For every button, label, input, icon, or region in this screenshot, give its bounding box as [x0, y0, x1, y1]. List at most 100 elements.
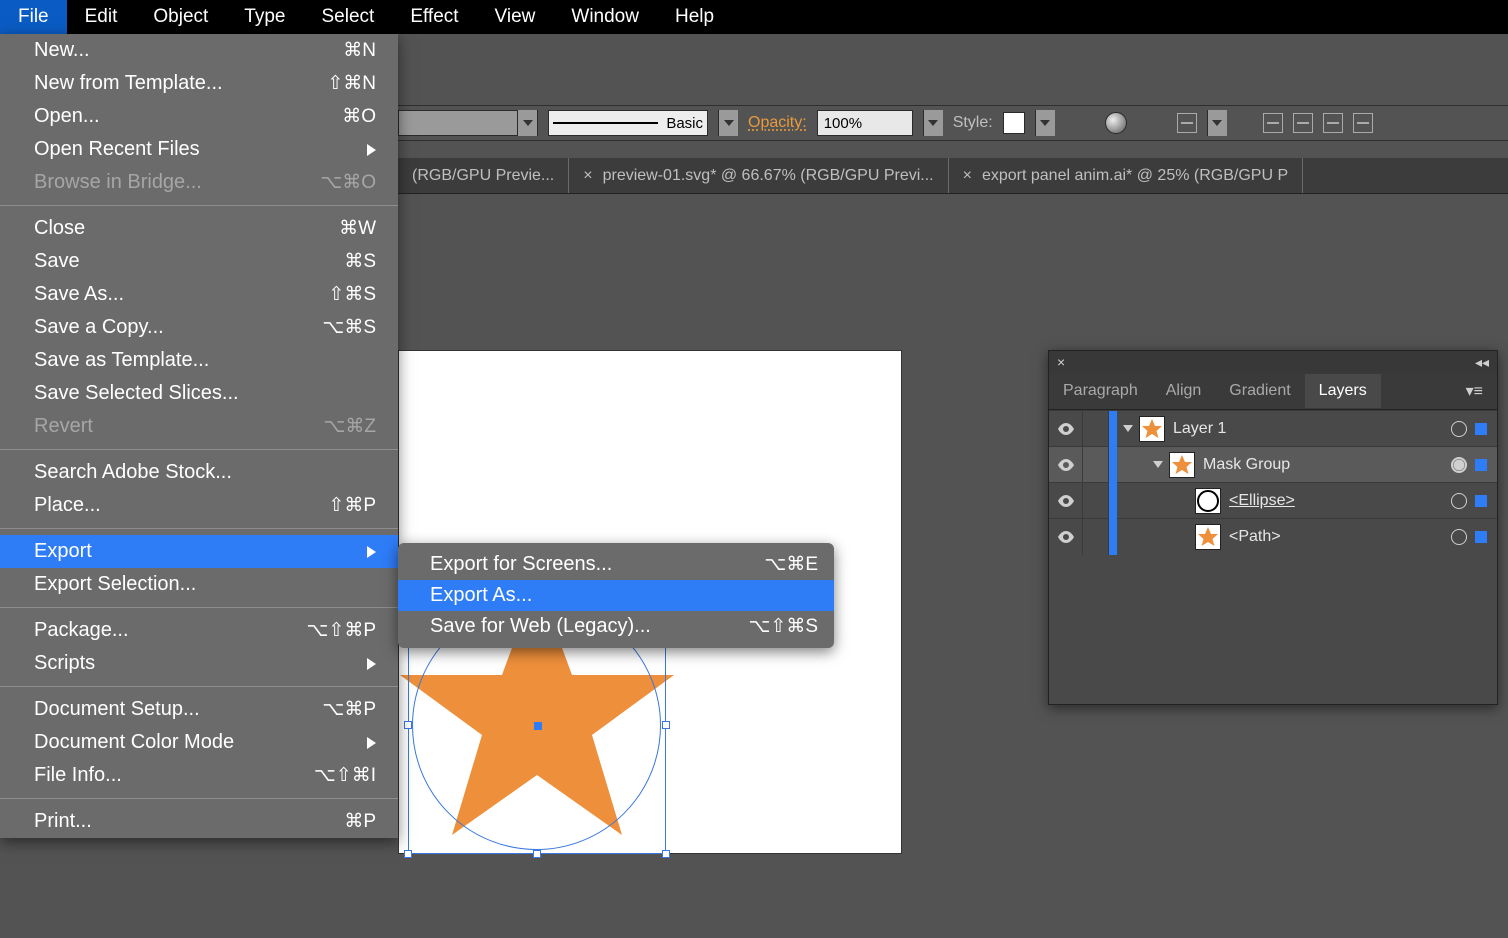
tab-align[interactable]: Align [1152, 374, 1216, 408]
menu-item-label: Save As... [34, 283, 124, 306]
style-dropdown-icon[interactable] [1035, 110, 1055, 136]
align-panel-icon[interactable] [1177, 113, 1197, 133]
menu-item[interactable]: Export Selection... [0, 568, 398, 601]
recolor-icon[interactable] [1105, 112, 1127, 134]
target-icon[interactable] [1451, 421, 1467, 437]
menu-edit[interactable]: Edit [67, 0, 136, 34]
fill-swatch[interactable] [398, 110, 538, 136]
stroke-dropdown-icon[interactable] [718, 110, 738, 136]
menu-help[interactable]: Help [657, 0, 732, 34]
menu-item[interactable]: Save a Copy...⌥⌘S [0, 311, 398, 344]
lock-toggle[interactable] [1083, 411, 1109, 447]
selection-indicator[interactable] [1475, 423, 1487, 435]
menu-item[interactable]: Open...⌘O [0, 100, 398, 133]
selection-indicator[interactable] [1475, 459, 1487, 471]
panel-menu-icon[interactable]: ▾≡ [1452, 373, 1497, 409]
doc-tab-title: export panel anim.ai* @ 25% (RGB/GPU P [982, 167, 1288, 185]
lock-toggle[interactable] [1083, 447, 1109, 483]
menu-effect[interactable]: Effect [392, 0, 476, 34]
menu-shortcut: ⌘S [344, 250, 376, 273]
stroke-style-dropdown[interactable]: Basic [548, 110, 708, 136]
close-icon[interactable]: × [1057, 354, 1065, 370]
menu-item[interactable]: New from Template...⇧⌘N [0, 67, 398, 100]
selection-handle[interactable] [404, 721, 412, 729]
selection-handle[interactable] [662, 721, 670, 729]
menu-shortcut: ⌘P [344, 810, 376, 833]
menu-item-label: Browse in Bridge... [34, 171, 202, 194]
disclosure-triangle-icon[interactable] [1123, 425, 1133, 432]
menu-item[interactable]: Save as Template... [0, 344, 398, 377]
menu-file[interactable]: File [0, 0, 67, 34]
disclosure-triangle-icon[interactable] [1153, 461, 1163, 468]
layer-row[interactable]: Layer 1 [1049, 410, 1497, 446]
lock-toggle[interactable] [1083, 519, 1109, 555]
menu-item[interactable]: New...⌘N [0, 34, 398, 67]
visibility-toggle[interactable] [1049, 447, 1083, 483]
graphic-style-swatch[interactable] [1003, 112, 1025, 134]
menu-type[interactable]: Type [226, 0, 303, 34]
menu-item[interactable]: Open Recent Files [0, 133, 398, 166]
menu-item[interactable]: Export As... [398, 580, 834, 611]
menu-item[interactable]: Save⌘S [0, 245, 398, 278]
layer-row[interactable]: Mask Group [1049, 446, 1497, 482]
menu-item[interactable]: Close⌘W [0, 212, 398, 245]
selection-handle[interactable] [533, 850, 541, 858]
close-icon[interactable]: × [583, 167, 592, 185]
opacity-dropdown-icon[interactable] [923, 110, 943, 136]
layer-name[interactable]: Mask Group [1203, 456, 1443, 474]
selection-indicator[interactable] [1475, 495, 1487, 507]
menu-shortcut: ⌥⌘Z [323, 415, 376, 438]
menu-item[interactable]: Export [0, 535, 398, 568]
menu-shortcut: ⌥⇧⌘S [749, 615, 819, 638]
tab-gradient[interactable]: Gradient [1215, 374, 1304, 408]
menu-item[interactable]: Package...⌥⇧⌘P [0, 614, 398, 647]
menu-select[interactable]: Select [304, 0, 393, 34]
lock-toggle[interactable] [1083, 483, 1109, 519]
target-icon[interactable] [1451, 529, 1467, 545]
tab-paragraph[interactable]: Paragraph [1049, 374, 1152, 408]
fill-dropdown-icon[interactable] [517, 110, 537, 136]
layer-name[interactable]: Layer 1 [1173, 420, 1443, 438]
close-icon[interactable]: × [963, 167, 972, 185]
menu-item[interactable]: Document Setup...⌥⌘P [0, 693, 398, 726]
target-icon[interactable] [1451, 493, 1467, 509]
menu-item-label: Print... [34, 810, 92, 833]
doc-tab[interactable]: ×preview-01.svg* @ 66.67% (RGB/GPU Previ… [569, 158, 948, 193]
menu-item[interactable]: Search Adobe Stock... [0, 456, 398, 489]
menu-item[interactable]: Print... ⌘P [0, 805, 398, 838]
target-icon[interactable] [1451, 457, 1467, 473]
align-hcenter-icon[interactable] [1293, 113, 1313, 133]
selection-handle[interactable] [662, 850, 670, 858]
menu-object[interactable]: Object [135, 0, 226, 34]
align-dropdown-icon[interactable] [1207, 110, 1227, 136]
visibility-toggle[interactable] [1049, 519, 1083, 555]
menu-view[interactable]: View [477, 0, 554, 34]
selection-handle[interactable] [404, 850, 412, 858]
layer-row[interactable]: <Path> [1049, 518, 1497, 554]
menu-item[interactable]: Save As...⇧⌘S [0, 278, 398, 311]
opacity-label[interactable]: Opacity: [748, 114, 807, 132]
menu-item-label: Document Color Mode [34, 731, 234, 754]
doc-tab[interactable]: × export panel anim.ai* @ 25% (RGB/GPU P [949, 158, 1304, 193]
doc-tab[interactable]: (RGB/GPU Previe... [398, 158, 569, 193]
menu-item[interactable]: Save Selected Slices... [0, 377, 398, 410]
visibility-toggle[interactable] [1049, 483, 1083, 519]
layer-row[interactable]: <Ellipse> [1049, 482, 1497, 518]
layer-name[interactable]: <Path> [1229, 528, 1443, 546]
align-right-icon[interactable] [1323, 113, 1343, 133]
opacity-input[interactable] [817, 110, 913, 136]
menu-item[interactable]: Place...⇧⌘P [0, 489, 398, 522]
collapse-icon[interactable]: ◂◂ [1475, 354, 1489, 371]
menu-item[interactable]: File Info...⌥⇧⌘I [0, 759, 398, 792]
tab-layers[interactable]: Layers [1305, 374, 1381, 408]
align-left-icon[interactable] [1263, 113, 1283, 133]
menu-window[interactable]: Window [553, 0, 657, 34]
align-top-icon[interactable] [1353, 113, 1373, 133]
menu-item[interactable]: Document Color Mode [0, 726, 398, 759]
menu-item[interactable]: Export for Screens...⌥⌘E [398, 549, 834, 580]
visibility-toggle[interactable] [1049, 411, 1083, 447]
menu-item[interactable]: Save for Web (Legacy)...⌥⇧⌘S [398, 611, 834, 642]
selection-indicator[interactable] [1475, 531, 1487, 543]
layer-name[interactable]: <Ellipse> [1229, 492, 1443, 510]
menu-item[interactable]: Scripts [0, 647, 398, 680]
